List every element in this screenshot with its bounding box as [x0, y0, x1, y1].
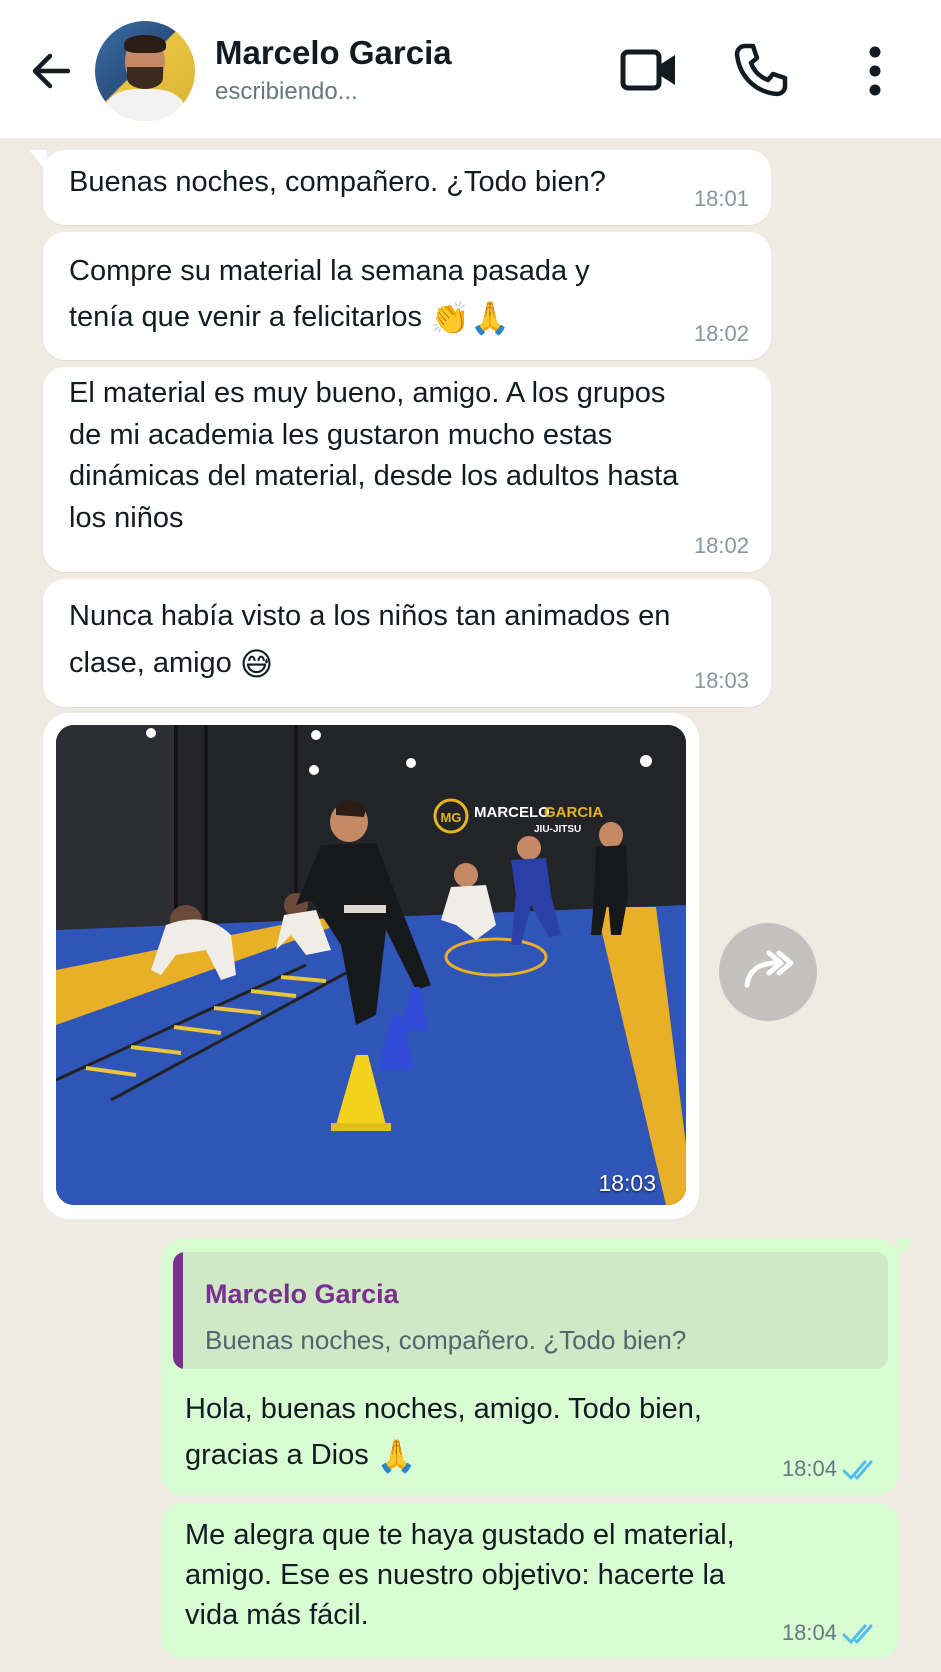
- phone-call-icon[interactable]: [733, 42, 789, 98]
- incoming-message[interactable]: Buenas noches, compañero. ¿Todo bien? 18…: [29, 150, 771, 225]
- banner-brand: MARCELO: [474, 804, 550, 821]
- back-arrow-icon[interactable]: [28, 48, 74, 94]
- outgoing-message[interactable]: Marcelo Garcia Buenas noches, compañero.…: [161, 1238, 915, 1495]
- dojo-scene-illustration: MG MARCELO GARCIA JIU-JITSU 18:03: [56, 725, 686, 1205]
- contact-avatar[interactable]: [95, 21, 195, 121]
- quote-text: Buenas noches, compañero. ¿Todo bien?: [205, 1325, 687, 1355]
- message-text: Buenas noches, compañero. ¿Todo bien?: [69, 166, 606, 198]
- read-ticks-icon: [842, 1624, 873, 1644]
- message-text: Hola, buenas noches, amigo. Todo bien,: [185, 1393, 702, 1425]
- message-text-line: gracias a Dios 🙏: [185, 1432, 702, 1479]
- message-text: amigo. Ese es nuestro objetivo: hacerte …: [185, 1559, 726, 1591]
- read-ticks-icon: [842, 1460, 873, 1480]
- message-time: 18:02: [693, 533, 749, 558]
- more-options-icon[interactable]: [858, 44, 892, 98]
- message-time: 18:01: [693, 186, 749, 211]
- message-text: Me alegra que te haya gustado el materia…: [185, 1519, 735, 1551]
- logo-initials: MG: [441, 810, 462, 825]
- forward-button[interactable]: [719, 923, 817, 1021]
- dojo-photo[interactable]: MG MARCELO GARCIA JIU-JITSU 18:03: [56, 725, 686, 1205]
- message-text-line: tenía que venir a felicitarlos 👏🙏: [69, 294, 745, 341]
- quote-accent-bar: [173, 1252, 183, 1369]
- message-text: vida más fácil.: [185, 1599, 369, 1631]
- contact-name[interactable]: Marcelo Garcia: [215, 34, 452, 72]
- quoted-message[interactable]: Marcelo Garcia Buenas noches, compañero.…: [173, 1252, 888, 1369]
- outgoing-message[interactable]: Me alegra que te haya gustado el materia…: [161, 1503, 899, 1659]
- incoming-message[interactable]: Compre su material la semana pasada y te…: [43, 232, 771, 360]
- banner-sub: JIU-JITSU: [534, 824, 581, 835]
- message-text: El material es muy bueno, amigo. A los g…: [69, 377, 666, 409]
- message-text: los niños: [69, 501, 184, 534]
- incoming-message[interactable]: El material es muy bueno, amigo. A los g…: [43, 367, 771, 572]
- chat-header: Marcelo Garcia escribiendo...: [0, 0, 941, 138]
- banner-brand-accent: GARCIA: [544, 804, 603, 821]
- video-call-icon[interactable]: [620, 44, 678, 96]
- message-text: Nunca había visto a los niños tan animad…: [69, 600, 671, 632]
- quote-sender: Marcelo Garcia: [205, 1279, 399, 1309]
- forward-icon: [744, 950, 794, 988]
- message-text: de mi academia les gustaron mucho estas: [69, 418, 613, 451]
- clap-pray-emoji: 👏🙏: [430, 299, 510, 338]
- typing-status: escribiendo...: [215, 78, 358, 105]
- message-text: dinámicas del material, desde los adulto…: [69, 460, 679, 492]
- message-text: Compre su material la semana pasada y: [69, 255, 590, 287]
- pray-emoji: 🙏: [376, 1437, 417, 1476]
- message-text-line: clase, amigo 😅: [69, 640, 745, 688]
- image-time: 18:03: [598, 1170, 656, 1196]
- message-time: 18:03: [693, 668, 749, 693]
- message-time: 18:02: [693, 321, 749, 346]
- laughing-emoji: 😅: [239, 644, 274, 683]
- incoming-image-message[interactable]: MG MARCELO GARCIA JIU-JITSU 18:03: [43, 713, 699, 1219]
- message-time: 18:04: [781, 1456, 837, 1481]
- message-time: 18:04: [781, 1620, 837, 1645]
- incoming-message[interactable]: Nunca había visto a los niños tan animad…: [43, 579, 771, 707]
